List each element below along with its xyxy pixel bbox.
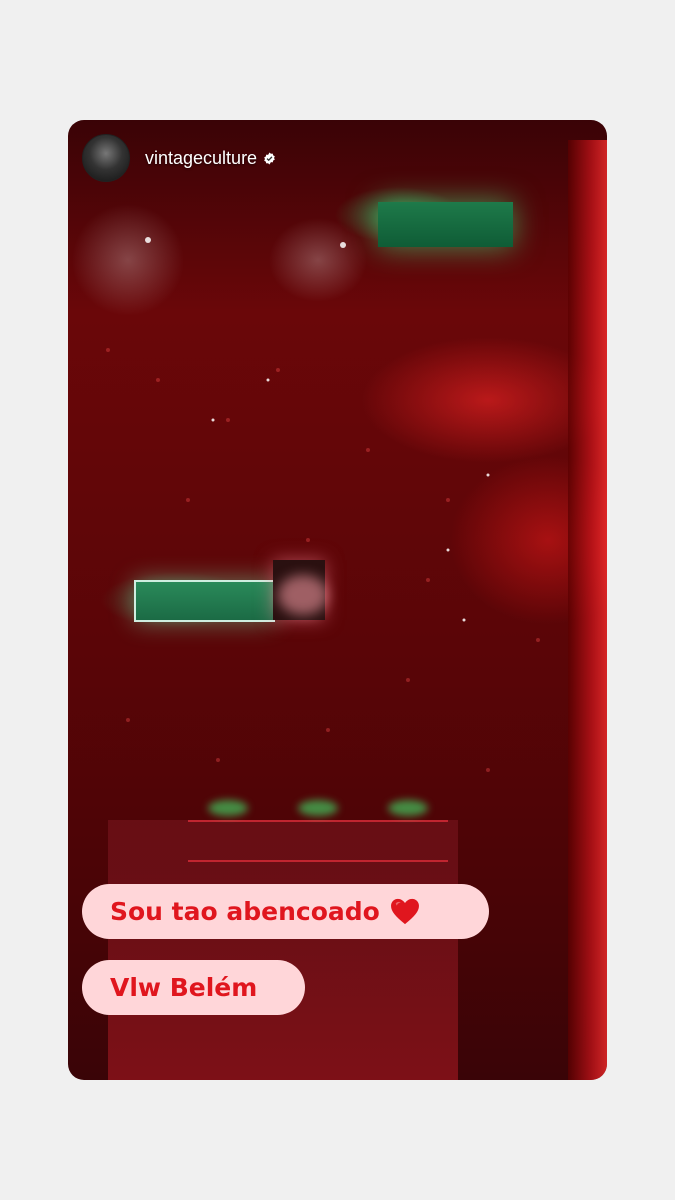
story-card[interactable]: vintageculture Sou tao abencoado Vlw Bel… [68,120,607,1080]
caption-text: Sou tao abencoado [110,897,380,926]
caption-text: Vlw Belém [110,973,258,1002]
caption-blessed: Sou tao abencoado [82,884,489,939]
avatar[interactable] [82,134,130,182]
verified-badge-icon [264,152,275,164]
caption-thanks: Vlw Belém [82,960,305,1015]
username[interactable]: vintageculture [145,148,257,169]
story-header: vintageculture [82,134,276,182]
red-heart-icon [390,898,419,925]
